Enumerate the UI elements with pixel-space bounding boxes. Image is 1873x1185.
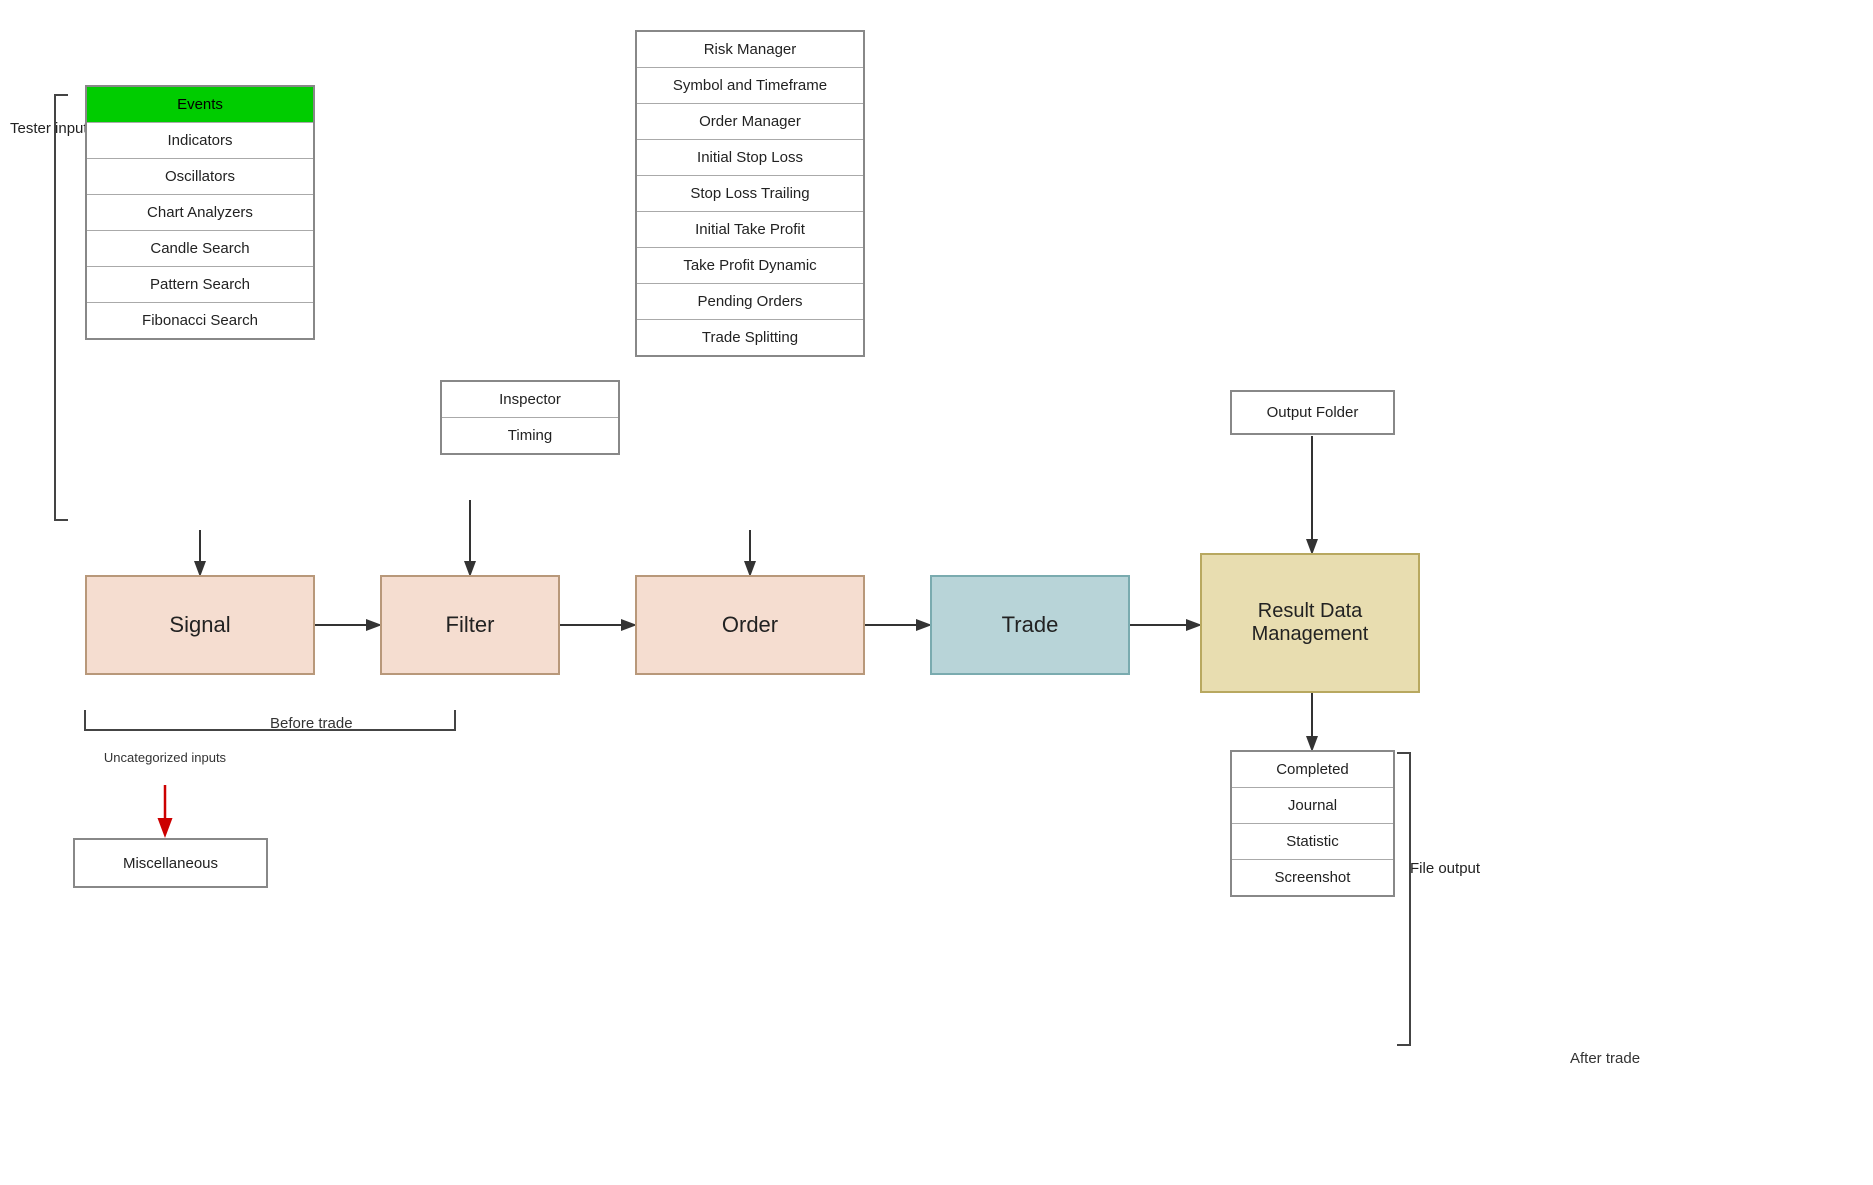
order-box[interactable]: Order bbox=[635, 575, 865, 675]
filter-input-inspector[interactable]: Inspector bbox=[442, 382, 618, 418]
signal-input-fibonacci-search[interactable]: Fibonacci Search bbox=[87, 303, 313, 338]
miscellaneous-label: Miscellaneous bbox=[123, 855, 218, 872]
order-input-pending-orders[interactable]: Pending Orders bbox=[637, 284, 863, 320]
uncategorized-label: Uncategorized inputs bbox=[100, 750, 230, 765]
order-inputs-container: Risk Manager Symbol and Timeframe Order … bbox=[635, 30, 865, 357]
order-input-risk-manager[interactable]: Risk Manager bbox=[637, 32, 863, 68]
signal-input-oscillators[interactable]: Oscillators bbox=[87, 159, 313, 195]
file-output-statistic[interactable]: Statistic bbox=[1232, 824, 1393, 860]
filter-label: Filter bbox=[446, 612, 495, 638]
file-output-screenshot[interactable]: Screenshot bbox=[1232, 860, 1393, 895]
signal-input-candle-search[interactable]: Candle Search bbox=[87, 231, 313, 267]
result-data-management-box[interactable]: Result Data Management bbox=[1200, 553, 1420, 693]
signal-input-pattern-search[interactable]: Pattern Search bbox=[87, 267, 313, 303]
signal-input-events[interactable]: Events bbox=[87, 87, 313, 123]
signal-box[interactable]: Signal bbox=[85, 575, 315, 675]
order-input-trade-splitting[interactable]: Trade Splitting bbox=[637, 320, 863, 355]
output-folder-box[interactable]: Output Folder bbox=[1230, 390, 1395, 435]
after-trade-label: After trade bbox=[1570, 1050, 1640, 1067]
signal-inputs-container: Events Indicators Oscillators Chart Anal… bbox=[85, 85, 315, 340]
before-trade-label: Before trade bbox=[270, 715, 353, 732]
signal-input-chart-analyzers[interactable]: Chart Analyzers bbox=[87, 195, 313, 231]
filter-box[interactable]: Filter bbox=[380, 575, 560, 675]
order-input-initial-stop-loss[interactable]: Initial Stop Loss bbox=[637, 140, 863, 176]
order-input-take-profit-dynamic[interactable]: Take Profit Dynamic bbox=[637, 248, 863, 284]
miscellaneous-box[interactable]: Miscellaneous bbox=[73, 838, 268, 888]
file-output-label: File output bbox=[1410, 860, 1480, 877]
diagram-container: Tester input Events Indicators Oscillato… bbox=[0, 0, 1873, 1185]
signal-label: Signal bbox=[169, 612, 230, 638]
order-input-stop-loss-trailing[interactable]: Stop Loss Trailing bbox=[637, 176, 863, 212]
order-input-initial-take-profit[interactable]: Initial Take Profit bbox=[637, 212, 863, 248]
signal-input-indicators[interactable]: Indicators bbox=[87, 123, 313, 159]
trade-box[interactable]: Trade bbox=[930, 575, 1130, 675]
order-input-symbol-timeframe[interactable]: Symbol and Timeframe bbox=[637, 68, 863, 104]
rdm-label: Result Data Management bbox=[1202, 600, 1418, 646]
order-label: Order bbox=[722, 612, 778, 638]
trade-label: Trade bbox=[1002, 612, 1059, 638]
file-output-completed[interactable]: Completed bbox=[1232, 752, 1393, 788]
filter-input-timing[interactable]: Timing bbox=[442, 418, 618, 453]
file-output-container: Completed Journal Statistic Screenshot bbox=[1230, 750, 1395, 897]
tester-input-label: Tester input bbox=[10, 120, 88, 137]
output-folder-label: Output Folder bbox=[1267, 404, 1359, 421]
order-input-order-manager[interactable]: Order Manager bbox=[637, 104, 863, 140]
filter-inputs-container: Inspector Timing bbox=[440, 380, 620, 455]
file-output-journal[interactable]: Journal bbox=[1232, 788, 1393, 824]
